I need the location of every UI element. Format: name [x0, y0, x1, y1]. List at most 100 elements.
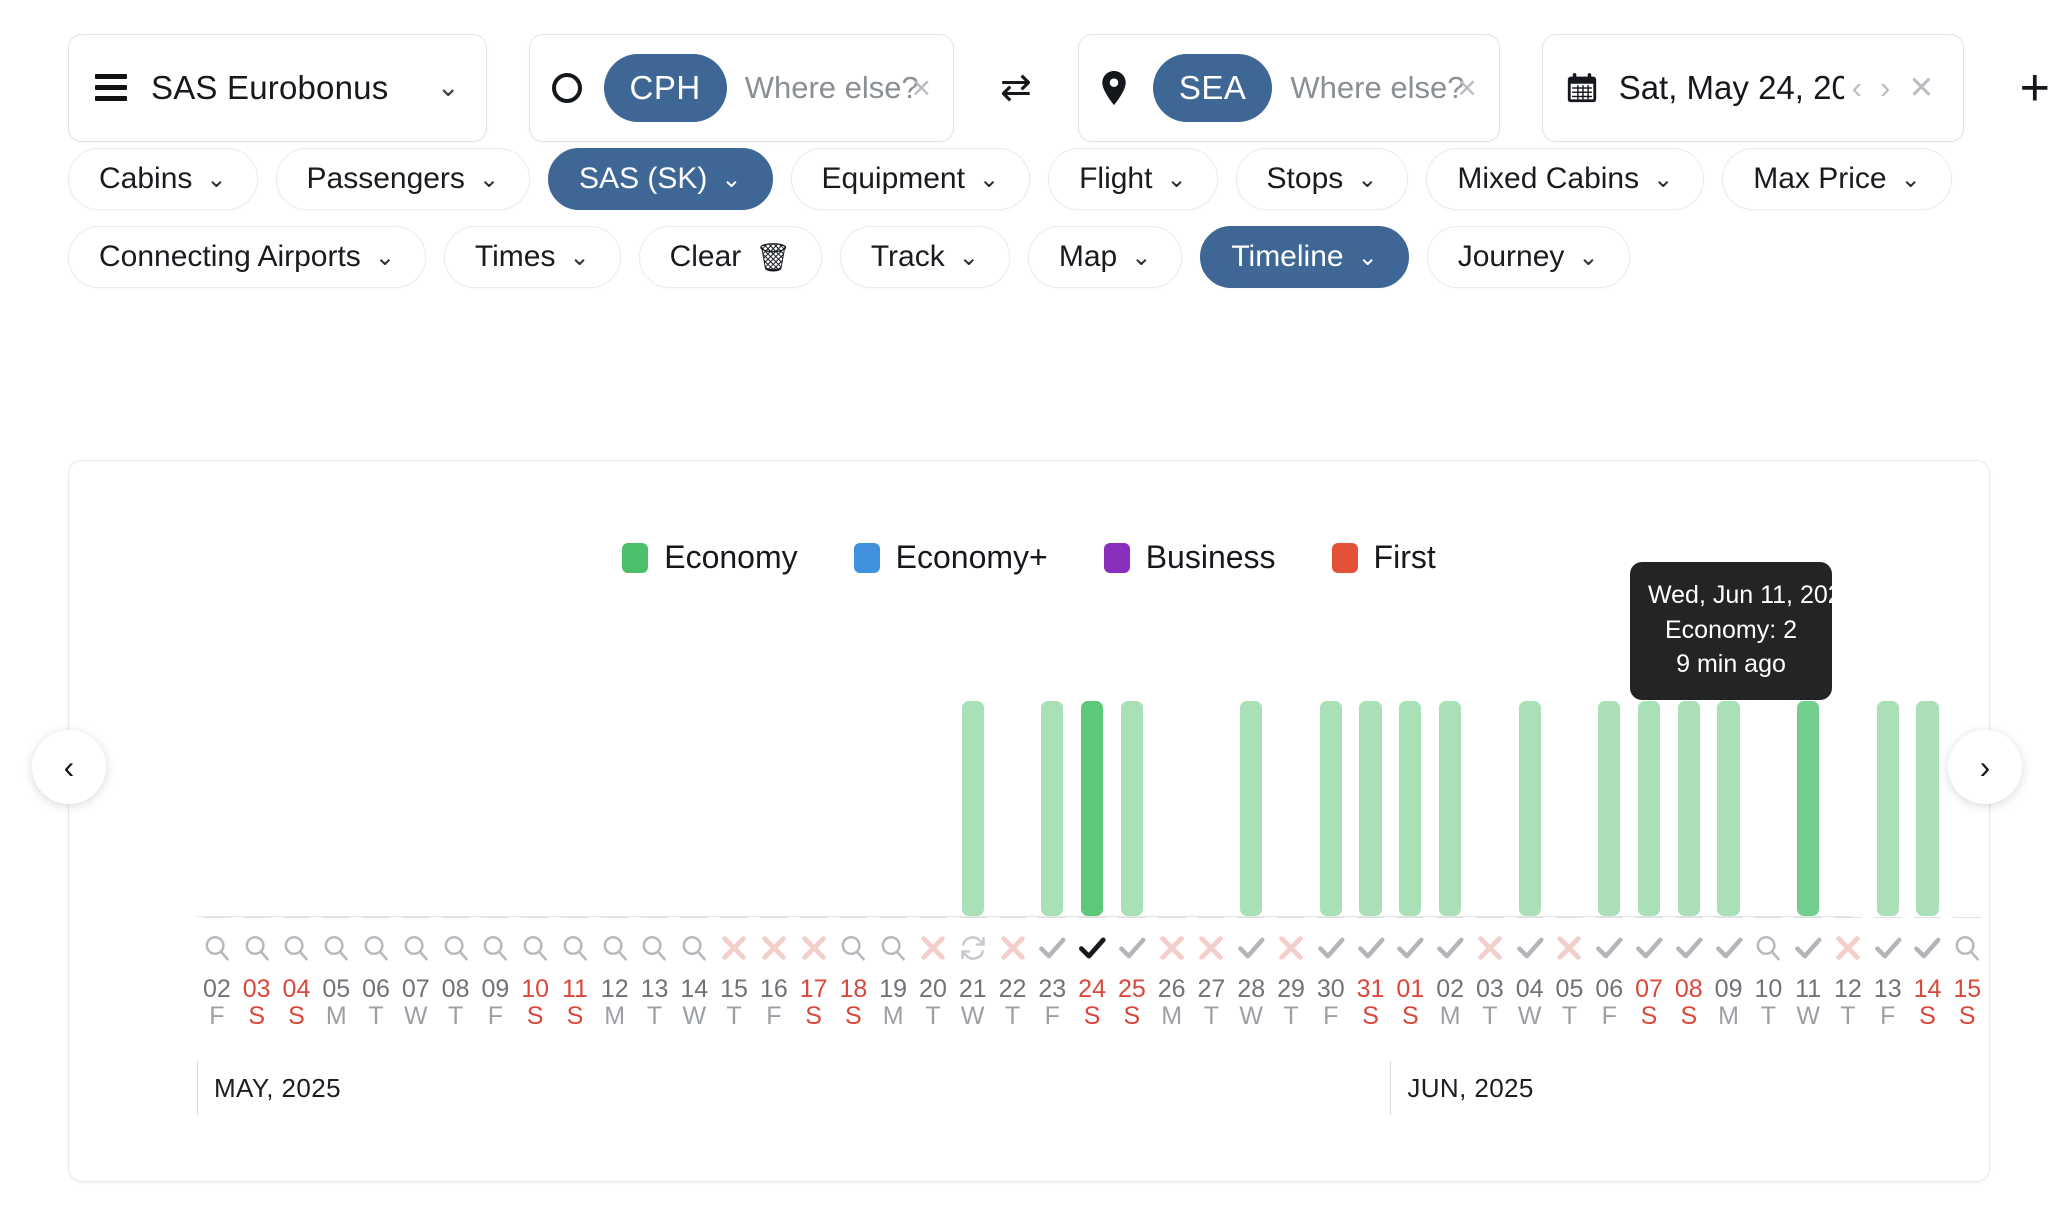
- check-icon[interactable]: [1674, 930, 1704, 966]
- cross-icon[interactable]: [720, 930, 748, 966]
- bar-column[interactable]: [953, 701, 993, 916]
- origin-field[interactable]: CPH ×: [528, 33, 955, 142]
- search-icon[interactable]: [600, 930, 630, 966]
- check-icon[interactable]: [1117, 930, 1147, 966]
- bar-column[interactable]: [396, 701, 436, 916]
- bar-economy[interactable]: [1399, 701, 1422, 916]
- date-tick[interactable]: 01 S: [1390, 917, 1430, 1031]
- search-icon[interactable]: [1952, 930, 1982, 966]
- refresh-icon[interactable]: [959, 930, 987, 966]
- date-prev-icon[interactable]: ‹: [1852, 72, 1862, 103]
- bar-economy[interactable]: [1041, 701, 1064, 916]
- check-icon[interactable]: [1873, 930, 1903, 966]
- date-next-icon[interactable]: ›: [1880, 72, 1890, 103]
- chevron-down-icon[interactable]: ⌄: [979, 165, 999, 194]
- cross-icon[interactable]: [1555, 930, 1583, 966]
- date-tick[interactable]: 02 M: [1430, 917, 1470, 1031]
- date-tick[interactable]: 13 F: [1868, 917, 1908, 1031]
- date-tick[interactable]: 17 S: [794, 917, 834, 1031]
- date-tick[interactable]: 31 S: [1351, 917, 1391, 1031]
- bar-column[interactable]: [834, 701, 874, 916]
- bar-column[interactable]: [754, 701, 794, 916]
- add-search-button[interactable]: +: [2014, 61, 2056, 115]
- search-icon[interactable]: [441, 930, 471, 966]
- check-icon[interactable]: [1236, 930, 1266, 966]
- bar-economy[interactable]: [961, 701, 984, 916]
- bar-economy[interactable]: [1319, 701, 1342, 916]
- bar-column[interactable]: [595, 701, 635, 916]
- bar-column[interactable]: [1748, 701, 1788, 916]
- legend-item-economy-plus[interactable]: Economy+: [853, 539, 1048, 576]
- date-tick[interactable]: 04 W: [1510, 917, 1550, 1031]
- trash-icon[interactable]: 🗑: [755, 241, 791, 274]
- date-tick[interactable]: 12 T: [1828, 917, 1868, 1031]
- date-tick[interactable]: 28 W: [1231, 917, 1271, 1031]
- swap-icon[interactable]: ⇄: [996, 69, 1036, 107]
- bar-column[interactable]: [316, 701, 356, 916]
- bar-economy[interactable]: [1359, 701, 1382, 916]
- date-tick[interactable]: 05 M: [316, 917, 356, 1031]
- origin-input[interactable]: [744, 69, 920, 106]
- bar-column[interactable]: [1868, 701, 1908, 916]
- chevron-down-icon[interactable]: ⌄: [959, 243, 979, 272]
- bar-column[interactable]: [794, 701, 834, 916]
- filter-pill-stops[interactable]: Stops ⌄: [1235, 148, 1409, 210]
- date-tick[interactable]: 02 F: [197, 917, 237, 1031]
- bar-column[interactable]: [237, 701, 277, 916]
- bar-economy[interactable]: [1876, 701, 1899, 916]
- bar-economy[interactable]: [1120, 701, 1143, 916]
- bar-economy[interactable]: [1240, 701, 1263, 916]
- search-icon[interactable]: [838, 930, 868, 966]
- bar-economy[interactable]: [1916, 701, 1939, 916]
- date-tick[interactable]: 30 F: [1311, 917, 1351, 1031]
- bar-column[interactable]: [1908, 701, 1948, 916]
- bar-column[interactable]: [1271, 701, 1311, 916]
- search-icon[interactable]: [321, 930, 351, 966]
- date-tick[interactable]: 11 W: [1788, 917, 1828, 1031]
- filter-pill-passengers[interactable]: Passengers ⌄: [275, 148, 531, 210]
- date-tick[interactable]: 08 S: [1669, 917, 1709, 1031]
- cross-icon[interactable]: [1277, 930, 1305, 966]
- check-icon[interactable]: [1356, 930, 1386, 966]
- bar-column[interactable]: [1589, 701, 1629, 916]
- legend-item-economy[interactable]: Economy: [622, 539, 798, 576]
- bar-column[interactable]: [1112, 701, 1152, 916]
- bar-column[interactable]: [356, 701, 396, 916]
- bar-column[interactable]: [1231, 701, 1271, 916]
- date-tick[interactable]: 15 S: [1947, 917, 1987, 1031]
- check-icon[interactable]: [1634, 930, 1664, 966]
- search-icon[interactable]: [1753, 930, 1783, 966]
- date-tick[interactable]: 10 T: [1748, 917, 1788, 1031]
- date-tick[interactable]: 03 S: [237, 917, 277, 1031]
- bar-column[interactable]: [1669, 701, 1709, 916]
- filter-pill-clear[interactable]: Clear 🗑: [638, 226, 822, 288]
- origin-code-chip[interactable]: CPH: [603, 53, 727, 122]
- chevron-down-icon[interactable]: ⌄: [437, 74, 460, 101]
- bar-column[interactable]: [1072, 701, 1112, 916]
- chevron-down-icon[interactable]: ⌄: [1653, 165, 1673, 194]
- bar-economy[interactable]: [1637, 701, 1661, 916]
- chevron-down-icon[interactable]: ⌄: [206, 165, 226, 194]
- date-tick[interactable]: 08 T: [436, 917, 476, 1031]
- bar-column[interactable]: [1311, 701, 1351, 916]
- chevron-down-icon[interactable]: ⌄: [1901, 165, 1921, 194]
- date-tick[interactable]: 10 S: [515, 917, 555, 1031]
- date-tick[interactable]: 15 T: [714, 917, 754, 1031]
- check-icon[interactable]: [1515, 930, 1545, 966]
- filter-pill-equipment[interactable]: Equipment ⌄: [790, 148, 1031, 210]
- date-tick[interactable]: 23 F: [1032, 917, 1072, 1031]
- bar-column[interactable]: [1788, 701, 1828, 916]
- filter-pill-timeline[interactable]: Timeline ⌄: [1200, 226, 1409, 288]
- search-icon[interactable]: [480, 930, 510, 966]
- destination-input[interactable]: [1290, 69, 1466, 106]
- search-icon[interactable]: [401, 930, 431, 966]
- date-tick[interactable]: 22 T: [993, 917, 1033, 1031]
- bar-column[interactable]: [1629, 701, 1669, 916]
- check-icon[interactable]: [1316, 930, 1346, 966]
- bar-column[interactable]: [1390, 701, 1430, 916]
- chevron-down-icon[interactable]: ⌄: [1578, 243, 1598, 272]
- bar-economy[interactable]: [1677, 701, 1700, 916]
- filter-pill-mixed-cabins[interactable]: Mixed Cabins ⌄: [1426, 148, 1705, 210]
- date-tick[interactable]: 09 F: [475, 917, 515, 1031]
- cross-icon[interactable]: [760, 930, 788, 966]
